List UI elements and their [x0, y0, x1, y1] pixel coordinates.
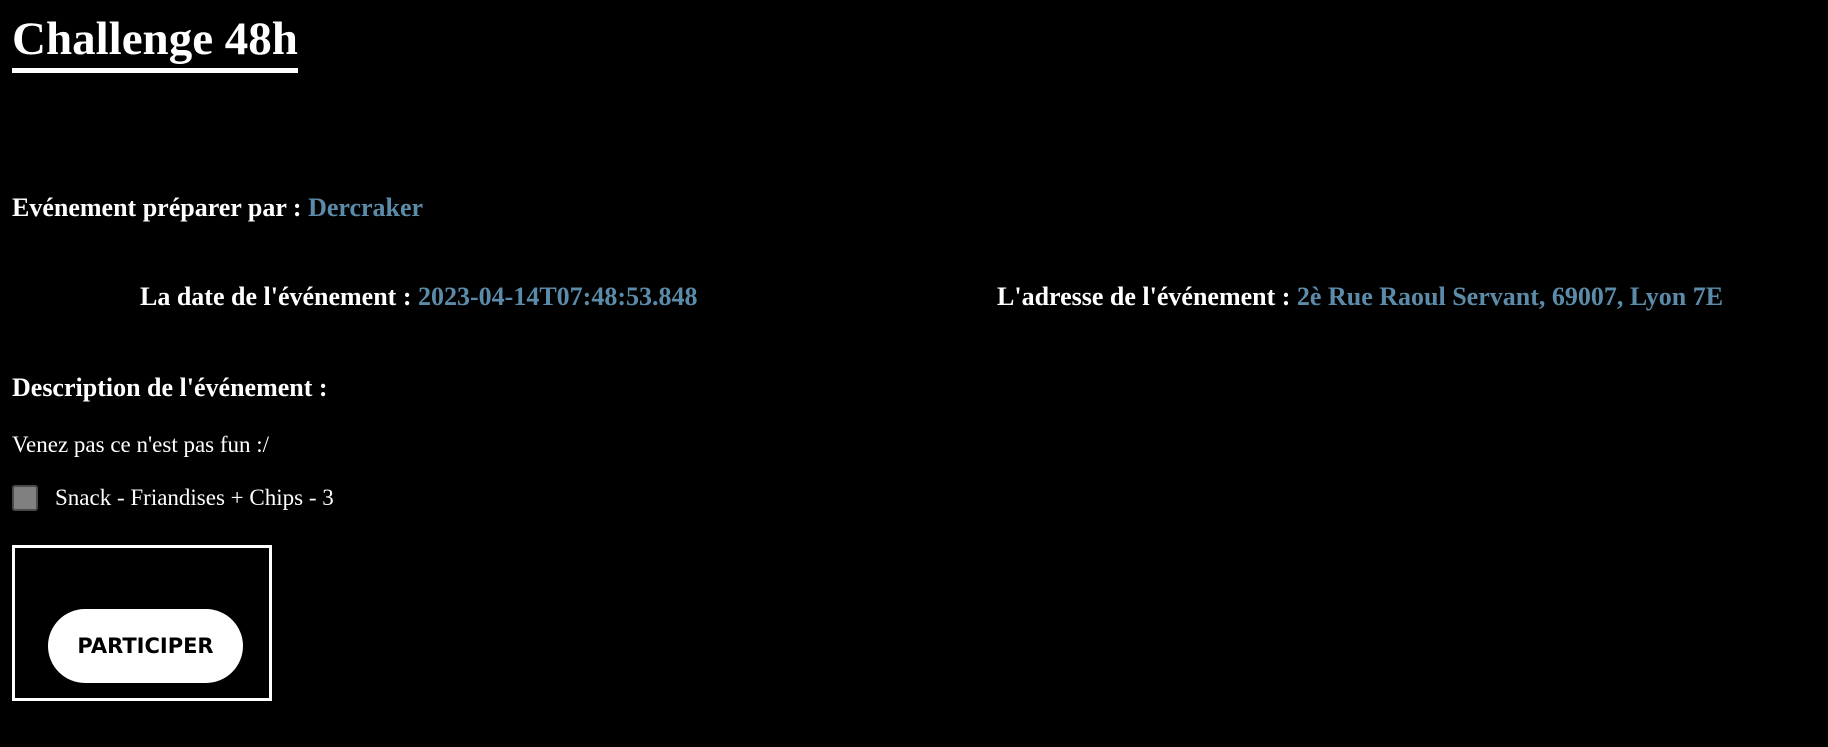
event-address-label: L'adresse de l'événement : [997, 282, 1297, 311]
description-text: Venez pas ce n'est pas fun :/ [12, 432, 270, 457]
event-address-line: L'adresse de l'événement : 2è Rue Raoul … [997, 282, 1723, 312]
event-date-label: La date de l'événement : [140, 282, 419, 311]
page-title: Challenge 48h [12, 10, 298, 73]
snack-label: Snack - Friandises + Chips - 3 [55, 485, 334, 510]
event-address-value: 2è Rue Raoul Servant, 69007, Lyon 7E [1296, 282, 1724, 311]
description-heading: Description de l'événement : [12, 373, 328, 402]
participate-panel: PARTICIPER [12, 545, 272, 701]
event-date-value: 2023-04-14T07:48:53.848 [418, 282, 698, 311]
snack-checkbox[interactable] [12, 485, 38, 511]
organizer-label: Evénement préparer par : [12, 193, 309, 222]
organizer-line: Evénement préparer par : Dercraker [12, 193, 423, 223]
participate-button[interactable]: PARTICIPER [48, 609, 243, 683]
event-date-line: La date de l'événement : 2023-04-14T07:4… [140, 282, 698, 312]
snack-option: Snack - Friandises + Chips - 3 [12, 485, 334, 511]
organizer-name: Dercraker [308, 193, 424, 222]
